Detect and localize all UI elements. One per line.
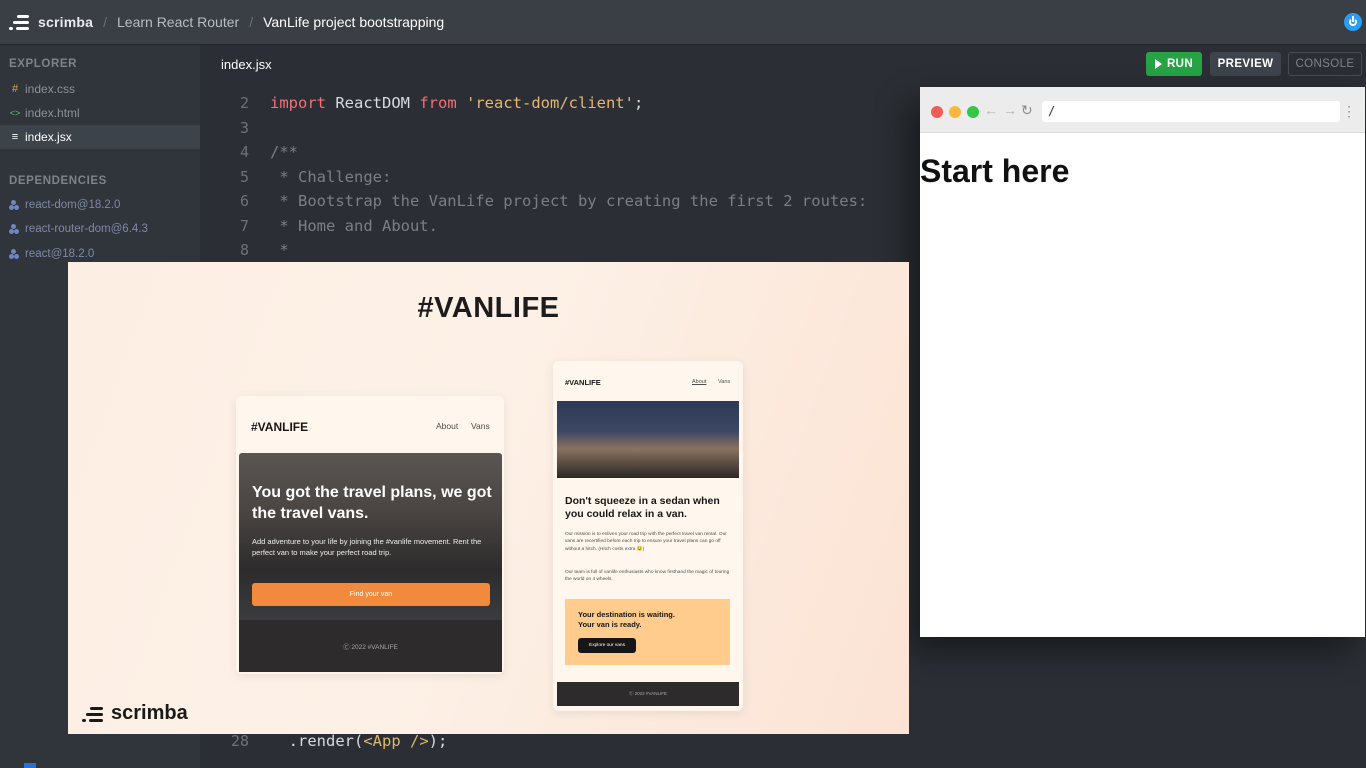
breadcrumb-lesson[interactable]: VanLife project bootstrapping bbox=[263, 14, 444, 30]
back-arrow-icon[interactable]: ← bbox=[984, 102, 998, 118]
code-text: * bbox=[270, 241, 289, 259]
mock-find-van-button: Find your van bbox=[252, 583, 490, 606]
slide-logo-text: scrimba bbox=[111, 702, 188, 724]
slide-scrimba-logo: scrimba bbox=[82, 702, 188, 725]
close-dot-icon bbox=[931, 106, 943, 118]
scrimba-logo-icon bbox=[9, 13, 31, 31]
maximize-dot-icon bbox=[967, 106, 979, 118]
mock-brand: #VANLIFE bbox=[251, 420, 309, 434]
mock-van-photo bbox=[557, 401, 739, 478]
code-text: /** bbox=[270, 143, 298, 161]
line-number: 28 bbox=[230, 732, 249, 750]
code-line[interactable]: 3 bbox=[200, 116, 270, 140]
mock-hero-headline: You got the travel plans, we got the tra… bbox=[252, 484, 492, 522]
slide-overlay: #VANLIFE #VANLIFE About Vans You got the… bbox=[68, 262, 909, 734]
scrimba-logo[interactable]: scrimba bbox=[9, 13, 93, 31]
preview-heading: Start here bbox=[920, 153, 1070, 189]
dependency-item[interactable]: react-router-dom@6.4.3 bbox=[0, 217, 200, 241]
console-button[interactable]: CONSOLE bbox=[1288, 52, 1362, 76]
mock-hero-image: You got the travel plans, we got the tra… bbox=[239, 453, 502, 620]
power-icon[interactable] bbox=[1344, 13, 1362, 31]
url-input[interactable]: / bbox=[1042, 101, 1340, 122]
top-bar: scrimba / Learn React Router / VanLife p… bbox=[0, 0, 1366, 45]
code-line[interactable]: 6 * Bootstrap the VanLife project by cre… bbox=[200, 189, 867, 213]
dependencies-heading: DEPENDENCIES bbox=[9, 175, 107, 187]
mock-nav-vans: Vans bbox=[471, 421, 490, 431]
package-icon bbox=[9, 200, 19, 210]
line-number: 7 bbox=[239, 216, 249, 235]
slide-title: #VANLIFE bbox=[417, 292, 560, 324]
about-page-mockup: #VANLIFE About Vans Don't squeeze in a s… bbox=[553, 361, 743, 711]
dependency-item[interactable]: react-dom@18.2.0 bbox=[0, 193, 200, 217]
line-number: 3 bbox=[239, 118, 249, 137]
dependency-name: react@18.2.0 bbox=[25, 248, 95, 260]
breadcrumb-course[interactable]: Learn React Router bbox=[117, 14, 239, 30]
file-item-index-css[interactable]: # index.css bbox=[0, 77, 200, 101]
brand-name: scrimba bbox=[38, 14, 94, 30]
breadcrumb-separator: / bbox=[249, 14, 254, 30]
mock-brand: #VANLIFE bbox=[565, 378, 601, 387]
file-name: index.css bbox=[25, 82, 76, 96]
file-item-index-jsx[interactable]: ≡ index.jsx bbox=[0, 125, 200, 149]
mock-box-heading-line: Your van is ready. bbox=[578, 620, 642, 630]
preview-button[interactable]: PREVIEW bbox=[1210, 52, 1281, 76]
code-line[interactable]: 2 import ReactDOM from 'react-dom/client'… bbox=[200, 91, 643, 115]
package-icon bbox=[9, 249, 19, 259]
status-indicator bbox=[24, 763, 36, 768]
code-line[interactable]: 7 * Home and About. bbox=[200, 214, 438, 238]
code-text: * Challenge: bbox=[270, 167, 392, 186]
code-line[interactable]: 8 * bbox=[200, 238, 289, 262]
play-icon bbox=[1154, 59, 1162, 69]
package-icon bbox=[9, 224, 19, 234]
mock-explore-button: Explore our vans bbox=[578, 638, 636, 653]
breadcrumb-separator: / bbox=[103, 14, 107, 30]
home-page-mockup: #VANLIFE About Vans You got the travel p… bbox=[236, 396, 504, 674]
mock-about-paragraph: Our team is full of vanlife enthusiasts … bbox=[565, 570, 730, 583]
css-hash-icon: # bbox=[11, 83, 19, 95]
mock-destination-box: Your destination is waiting. Your van is… bbox=[565, 599, 730, 665]
mock-nav-about: About bbox=[436, 421, 459, 431]
html-brackets-icon: <> bbox=[9, 108, 21, 118]
line-number: 6 bbox=[239, 192, 249, 210]
run-button[interactable]: RUN bbox=[1146, 52, 1202, 76]
line-number: 5 bbox=[239, 167, 249, 186]
minimize-dot-icon bbox=[949, 106, 961, 118]
code-text: * Home and About. bbox=[270, 216, 438, 235]
mock-nav-about: About bbox=[692, 379, 707, 385]
jsx-file-icon: ≡ bbox=[11, 131, 19, 143]
explorer-heading: EXPLORER bbox=[9, 58, 78, 70]
preview-browser: ← → ↻ / ⋮ Start here bbox=[920, 87, 1365, 637]
file-name: index.html bbox=[25, 106, 80, 120]
code-text: import ReactDOM from 'react-dom/client'; bbox=[270, 94, 644, 112]
code-text: .render(<App />); bbox=[270, 732, 448, 750]
more-options-icon[interactable]: ⋮ bbox=[1342, 103, 1356, 120]
mock-footer: Ⓒ 2022 #VANLIFE bbox=[557, 682, 739, 706]
file-item-index-html[interactable]: <> index.html bbox=[0, 101, 200, 125]
code-text: * Bootstrap the VanLife project by creat… bbox=[270, 192, 868, 210]
mock-nav-vans: Vans bbox=[718, 379, 731, 385]
mock-box-heading: Your destination is waiting. Your van is… bbox=[578, 610, 675, 630]
line-number: 2 bbox=[239, 94, 249, 112]
mock-hero-text: Add adventure to your life by joining th… bbox=[252, 537, 482, 558]
code-line[interactable]: 5 * Challenge: bbox=[200, 165, 391, 189]
line-number: 8 bbox=[239, 241, 249, 259]
mock-box-heading-line: Your destination is waiting. bbox=[578, 610, 675, 619]
dependency-name: react-dom@18.2.0 bbox=[25, 199, 121, 211]
file-name: index.jsx bbox=[25, 130, 72, 144]
forward-arrow-icon[interactable]: → bbox=[1003, 102, 1017, 118]
mock-about-paragraph: Our mission is to enliven your road trip… bbox=[565, 532, 727, 552]
run-label: RUN bbox=[1166, 58, 1194, 70]
line-number: 4 bbox=[239, 143, 249, 161]
mock-footer: Ⓒ 2022 #VANLIFE bbox=[239, 620, 502, 672]
dependency-name: react-router-dom@6.4.3 bbox=[25, 223, 148, 235]
reload-icon[interactable]: ↻ bbox=[1021, 102, 1033, 119]
mock-about-headline: Don't squeeze in a sedan when you could … bbox=[565, 495, 720, 521]
editor-tab[interactable]: index.jsx bbox=[221, 57, 272, 72]
code-line[interactable]: 4 /** bbox=[200, 140, 298, 164]
browser-toolbar: ← → ↻ / ⋮ bbox=[920, 87, 1365, 133]
scrimba-logo-icon bbox=[82, 706, 104, 722]
